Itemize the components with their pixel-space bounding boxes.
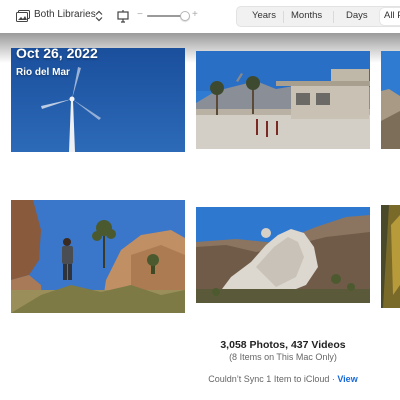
- photo-thumbnail[interactable]: [196, 207, 370, 303]
- photo-library-icon[interactable]: [16, 10, 30, 22]
- moment-date: Oct 26, 2022: [16, 45, 98, 61]
- tab-divider: [333, 11, 334, 23]
- desert-rock-image: [381, 51, 400, 149]
- photo-thumbnail[interactable]: [11, 200, 185, 313]
- sync-view-link[interactable]: View: [337, 374, 357, 384]
- library-count: 3,058 Photos, 437 Videos: [220, 339, 346, 351]
- sync-status-text: Couldn’t Sync 1 Item to iCloud ·: [208, 374, 338, 384]
- library-count-subtitle: (8 Items on This Mac Only): [229, 352, 337, 362]
- cactus-closeup-image: [381, 205, 400, 308]
- view-segmented-control: Years Months Days All P: [236, 6, 400, 27]
- moment-location[interactable]: Rio del Mar: [16, 67, 70, 78]
- toolbar: Both Libraries − + Years Months Days All…: [0, 0, 400, 33]
- desert-building-image: [196, 51, 370, 149]
- photo-thumbnail[interactable]: [381, 51, 400, 149]
- tab-years[interactable]: Years: [252, 10, 276, 21]
- photo-thumbnail[interactable]: [196, 51, 370, 149]
- zoom-in-label[interactable]: +: [192, 9, 198, 20]
- photo-thumbnail[interactable]: [381, 205, 400, 308]
- hiker-boulders-image: [11, 200, 185, 313]
- sync-status: Couldn’t Sync 1 Item to iCloud · View: [196, 374, 370, 384]
- zoom-slider-knob[interactable]: [179, 11, 190, 21]
- chevron-updown-icon[interactable]: [95, 10, 103, 22]
- wind-turbine-image: [11, 48, 185, 152]
- tab-months[interactable]: Months: [291, 10, 322, 21]
- photo-thumbnail[interactable]: [11, 48, 185, 152]
- fit-screen-icon[interactable]: [116, 9, 130, 23]
- zoom-slider[interactable]: [147, 11, 190, 21]
- tab-divider: [283, 11, 284, 23]
- rock-formation-image: [196, 207, 370, 303]
- library-selector[interactable]: Both Libraries: [34, 9, 96, 20]
- tab-days[interactable]: Days: [346, 10, 368, 21]
- zoom-out-label[interactable]: −: [137, 9, 143, 20]
- tab-all-photos[interactable]: All P: [384, 10, 400, 21]
